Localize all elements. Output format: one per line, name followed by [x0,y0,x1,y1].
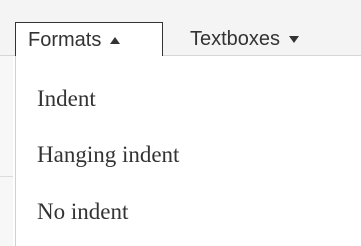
textboxes-menu-button[interactable]: Textboxes [178,22,358,56]
menu-item-no-indent[interactable]: No indent [37,199,128,225]
menu-item-hanging-indent[interactable]: Hanging indent [37,142,179,168]
menu-item-indent[interactable]: Indent [37,86,96,112]
gutter-divider [0,176,13,177]
caret-up-icon [110,36,121,44]
formats-menu-button[interactable]: Formats [15,22,163,57]
formats-menu-label: Formats [28,28,102,51]
editor-gutter [0,56,13,246]
formats-dropdown-menu: Indent Hanging indent No indent [15,56,361,246]
textboxes-menu-label: Textboxes [190,27,281,50]
caret-down-icon [289,35,300,43]
editor-window: Formats Textboxes Indent Hanging indent … [0,0,361,246]
